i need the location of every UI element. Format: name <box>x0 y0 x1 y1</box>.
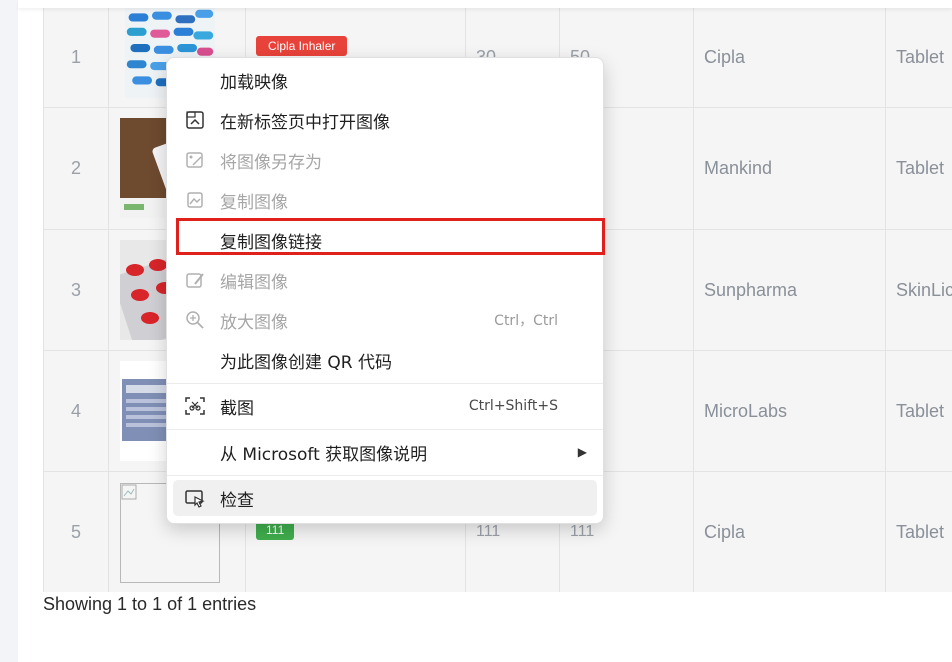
company-cell: Cipla <box>693 472 885 592</box>
company-cell: Sunpharma <box>693 230 885 350</box>
submenu-arrow-icon: ▶ <box>577 445 587 459</box>
category-cell: SkinLic <box>885 230 952 350</box>
context-menu: 加载映像 在新标签页中打开图像 将图像另存为 复制图像 复制图像链接 编辑图像 … <box>166 57 604 524</box>
menu-separator <box>167 383 603 384</box>
category-cell: Tablet <box>885 351 952 471</box>
zoom-image-icon <box>183 308 207 332</box>
menu-item-open-image-new-tab[interactable]: 在新标签页中打开图像 <box>167 100 603 140</box>
top-bar <box>18 0 952 8</box>
category-cell: Tablet <box>885 108 952 229</box>
copy-image-icon <box>183 188 207 212</box>
inspect-icon <box>183 486 207 510</box>
menu-item-screenshot[interactable]: 截图 Ctrl+Shift+S <box>167 386 603 426</box>
company-cell: Cipla <box>693 8 885 107</box>
save-image-icon <box>183 148 207 172</box>
menu-item-create-qr-code[interactable]: 为此图像创建 QR 代码 <box>167 340 603 380</box>
menu-item-get-image-description[interactable]: 从 Microsoft 获取图像说明 ▶ <box>167 432 603 472</box>
screenshot-icon <box>183 394 207 418</box>
menu-item-edit-image[interactable]: 编辑图像 <box>167 260 603 300</box>
menu-item-zoom-image[interactable]: 放大图像 Ctrl，Ctrl <box>167 300 603 340</box>
menu-item-copy-image[interactable]: 复制图像 <box>167 180 603 220</box>
broken-image-icon <box>121 484 137 500</box>
menu-item-inspect[interactable]: 检查 <box>173 480 597 516</box>
company-cell: MicroLabs <box>693 351 885 471</box>
edit-image-icon <box>183 268 207 292</box>
category-cell: Tablet <box>885 472 952 592</box>
row-index: 2 <box>43 108 108 229</box>
menu-separator <box>167 429 603 430</box>
product-badge: Cipla Inhaler <box>256 36 348 56</box>
table-info-text: Showing 1 to 1 of 1 entries <box>43 594 257 614</box>
category-cell: Tablet <box>885 8 952 107</box>
menu-separator <box>167 475 603 476</box>
open-in-new-tab-icon <box>183 108 207 132</box>
row-index: 5 <box>43 472 108 592</box>
row-index: 4 <box>43 351 108 471</box>
highlight-annotation-box <box>176 218 605 255</box>
row-index: 3 <box>43 230 108 350</box>
left-sidebar-strip <box>0 0 18 662</box>
company-cell: Mankind <box>693 108 885 229</box>
menu-item-save-image-as[interactable]: 将图像另存为 <box>167 140 603 180</box>
menu-item-load-image[interactable]: 加载映像 <box>167 60 603 100</box>
row-index: 1 <box>43 8 108 107</box>
